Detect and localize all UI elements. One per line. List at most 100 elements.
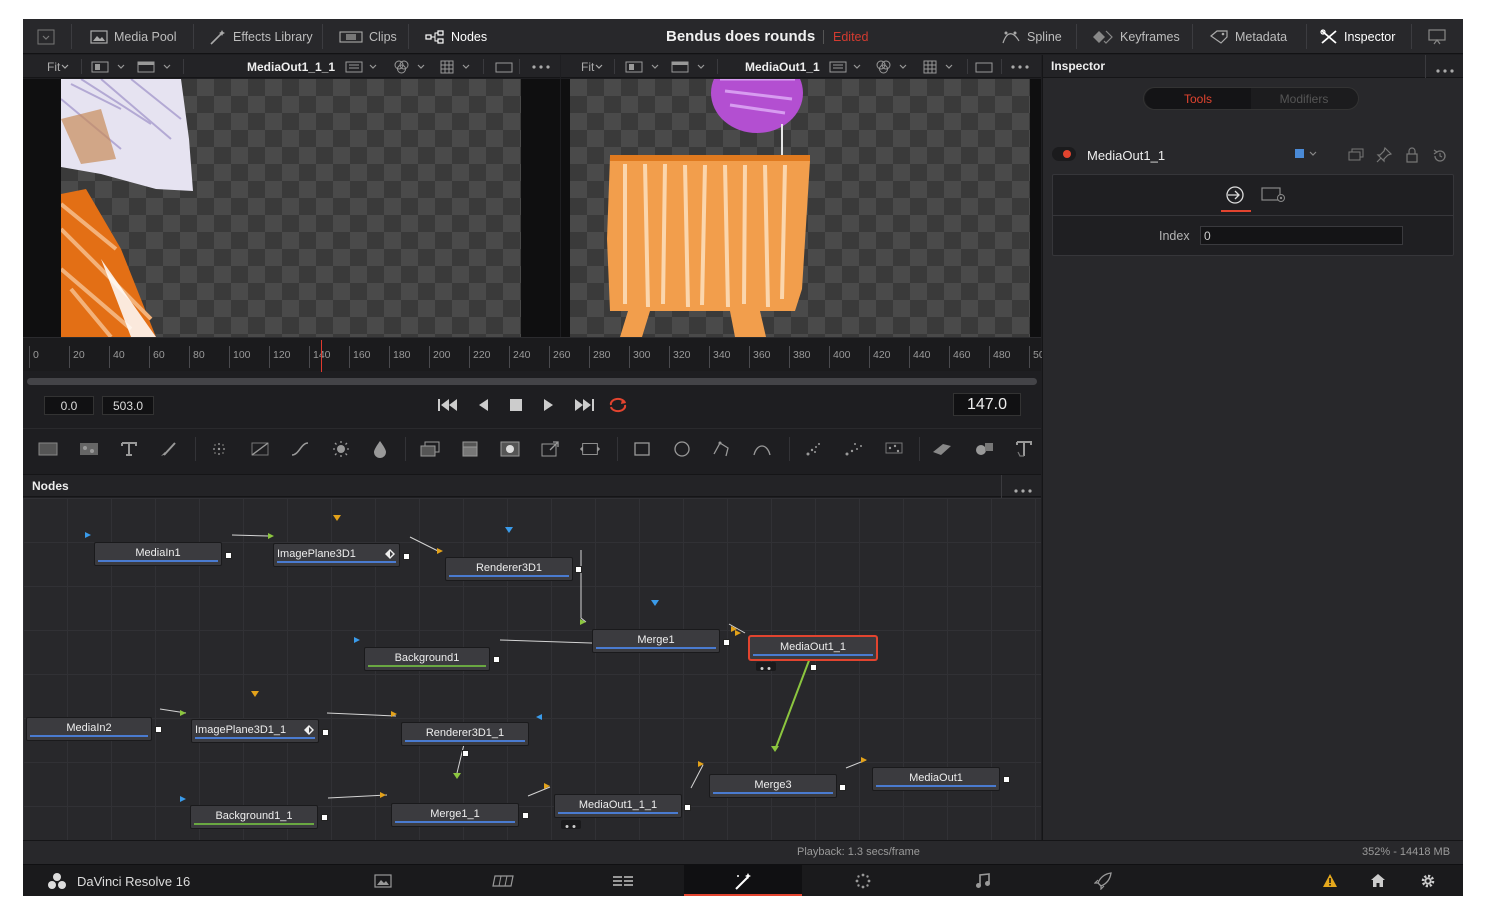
node-mediain1[interactable]: MediaIn1	[94, 542, 222, 566]
timeline-ruler[interactable]: 0 20 40 60 80 100 120 140 160 180 200 220 240 260 280 3…	[23, 337, 1045, 371]
left-viewer-lut-button[interactable]	[345, 55, 381, 78]
node-output-port[interactable]	[155, 726, 162, 733]
tab-tools[interactable]: Tools	[1145, 88, 1251, 109]
page-cut-button[interactable]	[444, 865, 562, 896]
version-icon[interactable]	[1348, 148, 1364, 162]
node-imageplane3d1[interactable]: ImagePlane3D1	[273, 543, 400, 567]
node-mediain2[interactable]: MediaIn2	[26, 717, 152, 741]
resize-tool-button[interactable]	[579, 439, 601, 459]
node-output-port[interactable]	[403, 553, 410, 560]
playhead-marker[interactable]	[321, 340, 322, 372]
background-tool-button[interactable]	[37, 439, 59, 459]
node-output-port[interactable]	[684, 804, 691, 811]
clips-button[interactable]: Clips	[339, 19, 397, 54]
rectangle-mask-button[interactable]	[631, 439, 653, 459]
go-to-end-button[interactable]	[571, 393, 597, 417]
left-viewer-channel-button[interactable]	[393, 55, 429, 78]
keyframes-button[interactable]: Keyframes	[1092, 19, 1180, 54]
transform-tool-button[interactable]	[539, 439, 561, 459]
node-output-port[interactable]	[1003, 776, 1010, 783]
node-output-port[interactable]	[810, 664, 817, 671]
fastnoise-tool-button[interactable]	[78, 439, 100, 459]
node-output-port[interactable]	[321, 814, 328, 821]
node-graph-canvas[interactable]: MediaIn1 ImagePlane3D1 Renderer3D1 Merge…	[23, 498, 1041, 840]
node-output-port[interactable]	[723, 639, 730, 646]
lock-icon[interactable]	[1405, 147, 1419, 163]
tab-modifiers[interactable]: Modifiers	[1251, 88, 1357, 109]
node-mediaout1-1-1[interactable]: MediaOut1_1_1	[554, 794, 682, 818]
node-renderer3d1-1[interactable]: Renderer3D1_1	[401, 722, 529, 746]
node-output-port[interactable]	[322, 729, 329, 736]
inspector-button[interactable]: Inspector	[1320, 19, 1395, 54]
right-viewer-frame-button[interactable]	[975, 55, 993, 78]
mask-tool-button[interactable]	[499, 439, 521, 459]
metadata-button[interactable]: Metadata	[1209, 19, 1287, 54]
right-viewer-fit-dropdown[interactable]: Fit	[581, 55, 604, 78]
node-background1-1[interactable]: Background1_1	[190, 805, 318, 829]
text-tool-button[interactable]	[118, 439, 140, 459]
left-viewer[interactable]	[23, 79, 560, 337]
settings-button[interactable]	[1420, 873, 1436, 892]
pin-icon[interactable]	[1376, 147, 1392, 163]
tool-enable-toggle[interactable]	[1052, 147, 1076, 161]
page-media-button[interactable]	[324, 865, 442, 896]
settings-subtab-icon[interactable]	[1261, 186, 1287, 204]
play-forward-button[interactable]	[539, 393, 559, 417]
brightness-contrast-button[interactable]	[330, 439, 352, 459]
blur-tool-button[interactable]	[208, 439, 230, 459]
node-mediaout1-1[interactable]: MediaOut1_1	[749, 636, 877, 660]
nodes-button[interactable]: Nodes	[425, 19, 487, 54]
particle-tool-button[interactable]	[883, 439, 905, 459]
node-merge1-1[interactable]: Merge1_1	[391, 803, 519, 827]
loop-button[interactable]	[606, 393, 630, 417]
node-mediaout1[interactable]: MediaOut1	[872, 767, 1000, 791]
right-viewer[interactable]	[561, 79, 1041, 337]
chevron-down-icon[interactable]	[1308, 150, 1318, 158]
ellipse-mask-button[interactable]	[671, 439, 693, 459]
stop-button[interactable]	[506, 393, 526, 417]
index-field[interactable]: 0	[1200, 226, 1403, 245]
output-settings-icon[interactable]	[1223, 185, 1247, 205]
node-output-port[interactable]	[493, 656, 500, 663]
page-fusion-button[interactable]	[684, 865, 802, 896]
node-background1[interactable]: Background1	[364, 647, 490, 671]
right-viewer-roi-button[interactable]	[671, 55, 711, 78]
node-imageplane3d1-1[interactable]: ImagePlane3D1_1	[191, 719, 319, 743]
particle-render-button[interactable]	[843, 439, 865, 459]
polygon-mask-button[interactable]	[711, 439, 733, 459]
left-viewer-more-button[interactable]	[531, 55, 551, 78]
left-viewer-grid-button[interactable]	[440, 55, 476, 78]
home-button[interactable]	[1370, 873, 1386, 891]
left-viewer-frame-button[interactable]	[495, 55, 513, 78]
matte-control-button[interactable]	[459, 439, 481, 459]
panel-toggle-button[interactable]	[37, 19, 55, 54]
left-viewer-fit-dropdown[interactable]: Fit	[47, 55, 70, 78]
nodes-more-button[interactable]	[1013, 483, 1033, 497]
node-output-port[interactable]	[462, 750, 469, 757]
right-viewer-grid-button[interactable]	[923, 55, 959, 78]
left-viewer-layout-button[interactable]	[91, 55, 131, 78]
node-output-port[interactable]	[575, 566, 582, 573]
page-deliver-button[interactable]	[1044, 865, 1162, 896]
range-end-field[interactable]: 503.0	[102, 396, 154, 415]
bspline-mask-button[interactable]	[751, 439, 773, 459]
text-3d-button[interactable]	[1013, 439, 1035, 459]
paint-tool-button[interactable]	[158, 439, 180, 459]
warning-button[interactable]	[1322, 873, 1338, 891]
left-viewer-roi-button[interactable]	[137, 55, 177, 78]
channel-booleans-button[interactable]	[369, 439, 391, 459]
right-viewer-lut-button[interactable]	[829, 55, 865, 78]
range-start-field[interactable]: 0.0	[44, 396, 94, 415]
color-corrector-button[interactable]	[249, 439, 271, 459]
spline-button[interactable]: Spline	[1001, 19, 1062, 54]
page-color-button[interactable]	[804, 865, 922, 896]
go-to-start-button[interactable]	[435, 393, 461, 417]
node-output-port[interactable]	[839, 784, 846, 791]
image-plane-3d-button[interactable]	[931, 439, 953, 459]
color-curves-button[interactable]	[289, 439, 311, 459]
media-pool-button[interactable]: Media Pool	[90, 19, 177, 54]
page-fairlight-button[interactable]	[924, 865, 1042, 896]
particle-emitter-button[interactable]	[803, 439, 825, 459]
play-reverse-button[interactable]	[473, 393, 493, 417]
shape-3d-button[interactable]	[973, 439, 995, 459]
